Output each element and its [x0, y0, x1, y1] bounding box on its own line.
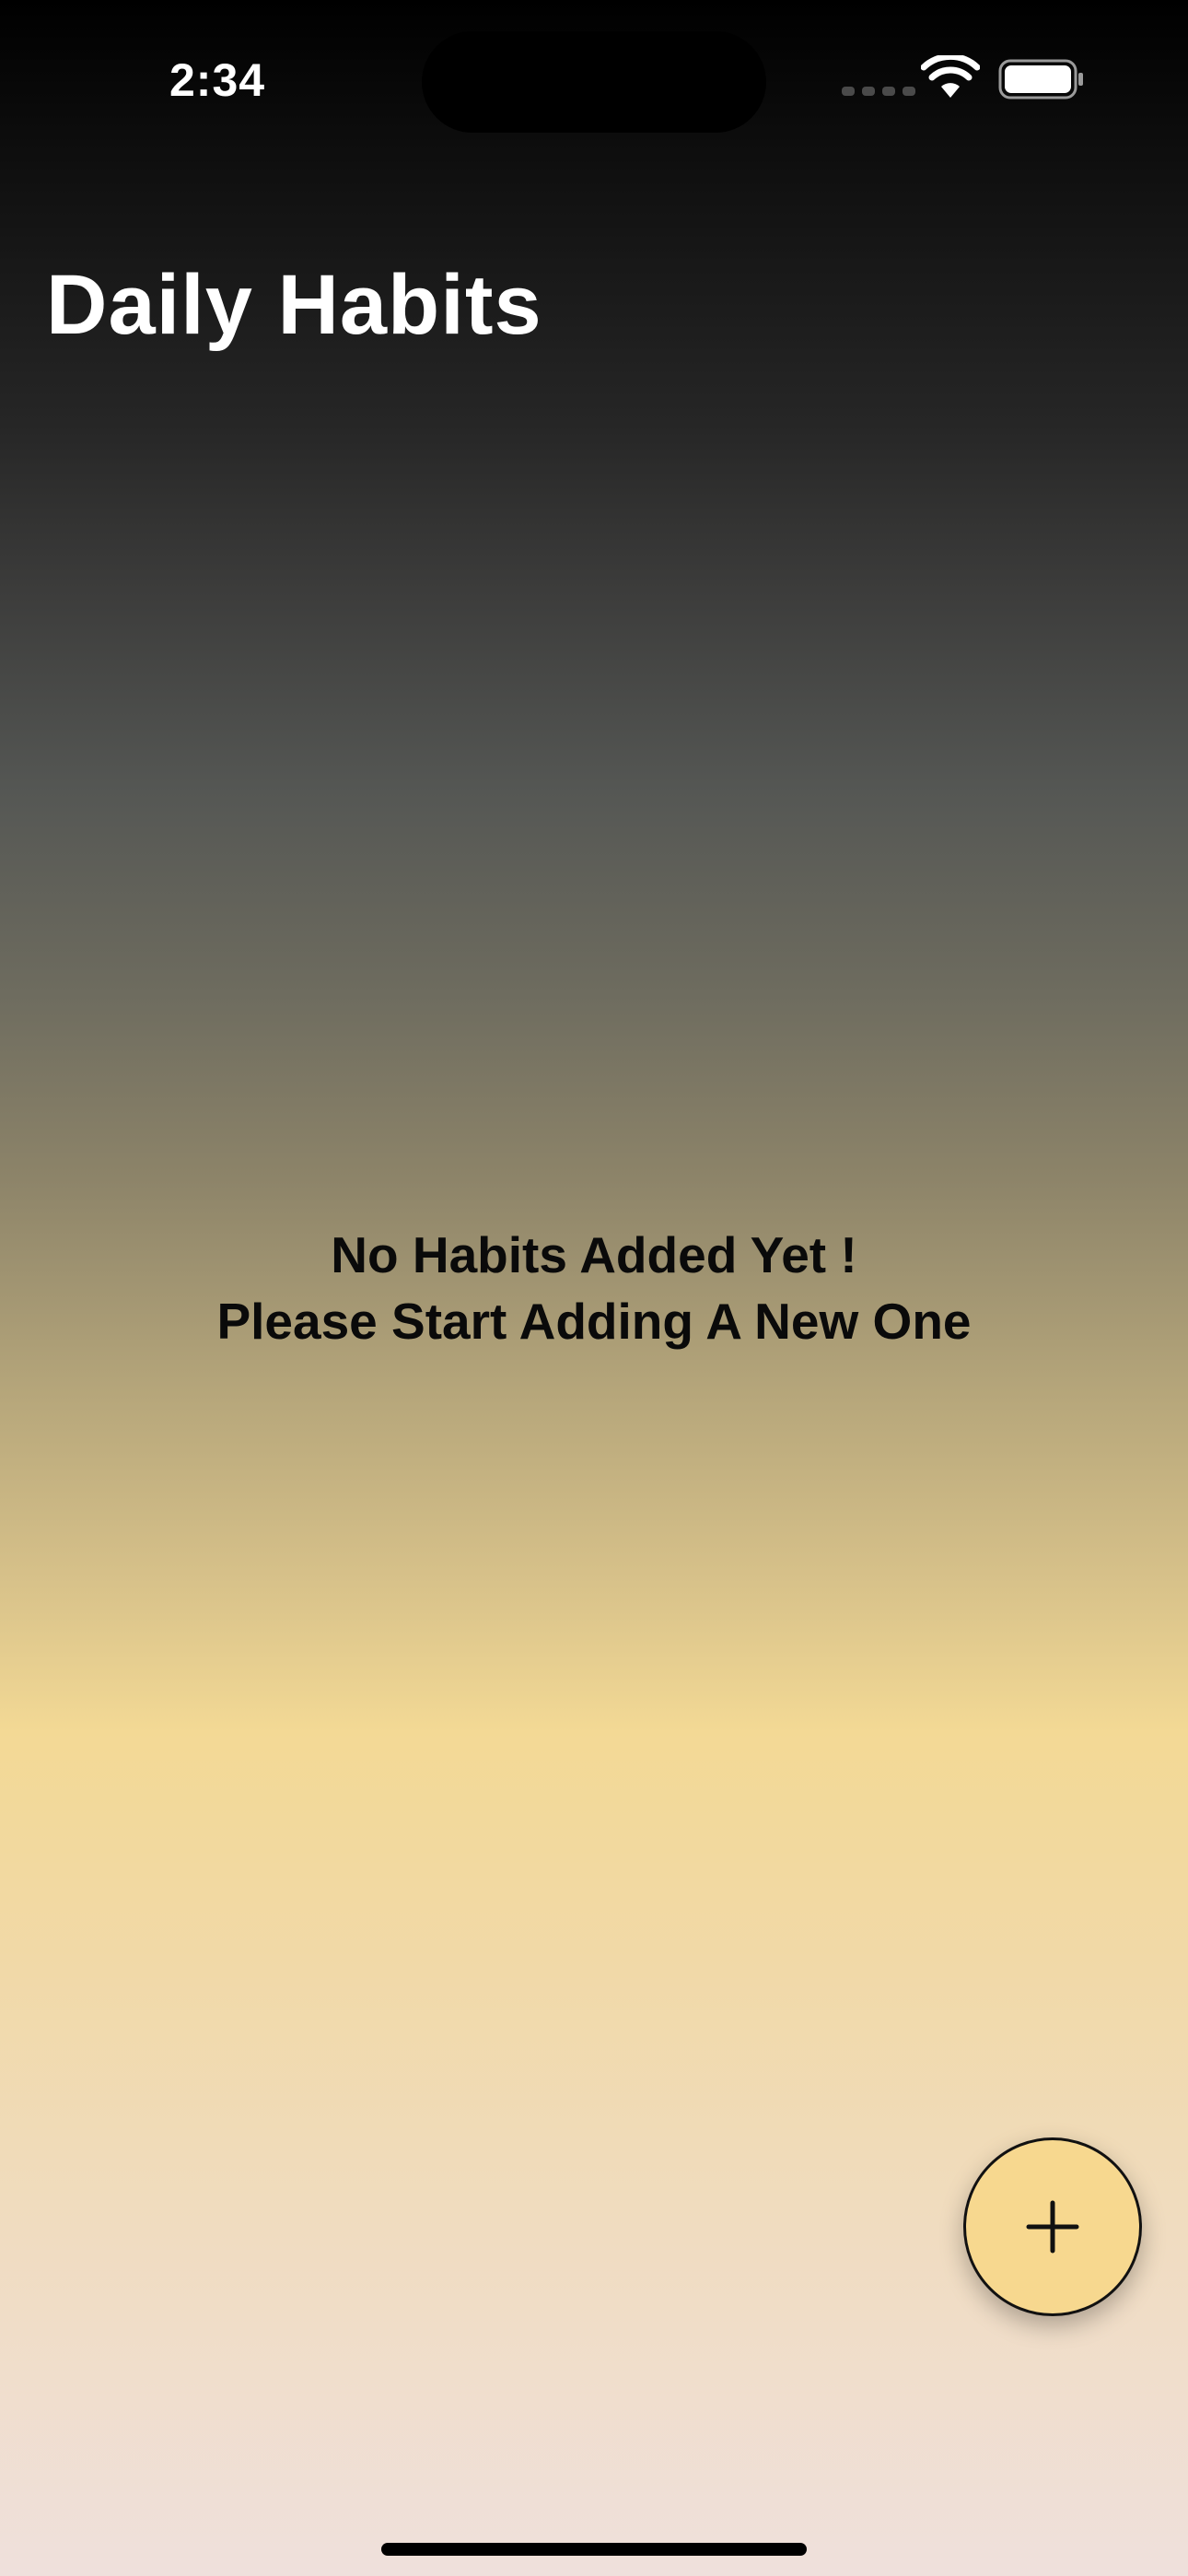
add-habit-button[interactable] [963, 2137, 1142, 2316]
home-indicator[interactable] [381, 2543, 807, 2556]
empty-state-line-1: No Habits Added Yet ! [331, 1226, 857, 1283]
screen: 2:34 Daily Habits No Habits Added Yet ! … [0, 0, 1188, 2576]
battery-icon [998, 59, 1083, 100]
empty-state-message: No Habits Added Yet ! Please Start Addin… [0, 1222, 1188, 1354]
wifi-icon [921, 55, 980, 98]
status-time: 2:34 [169, 54, 266, 106]
dynamic-island [422, 31, 766, 133]
page-title: Daily Habits [46, 258, 542, 352]
empty-state-line-2: Please Start Adding A New One [216, 1293, 972, 1350]
plus-icon [1026, 2200, 1079, 2254]
cellular-signal-icon [842, 87, 915, 96]
